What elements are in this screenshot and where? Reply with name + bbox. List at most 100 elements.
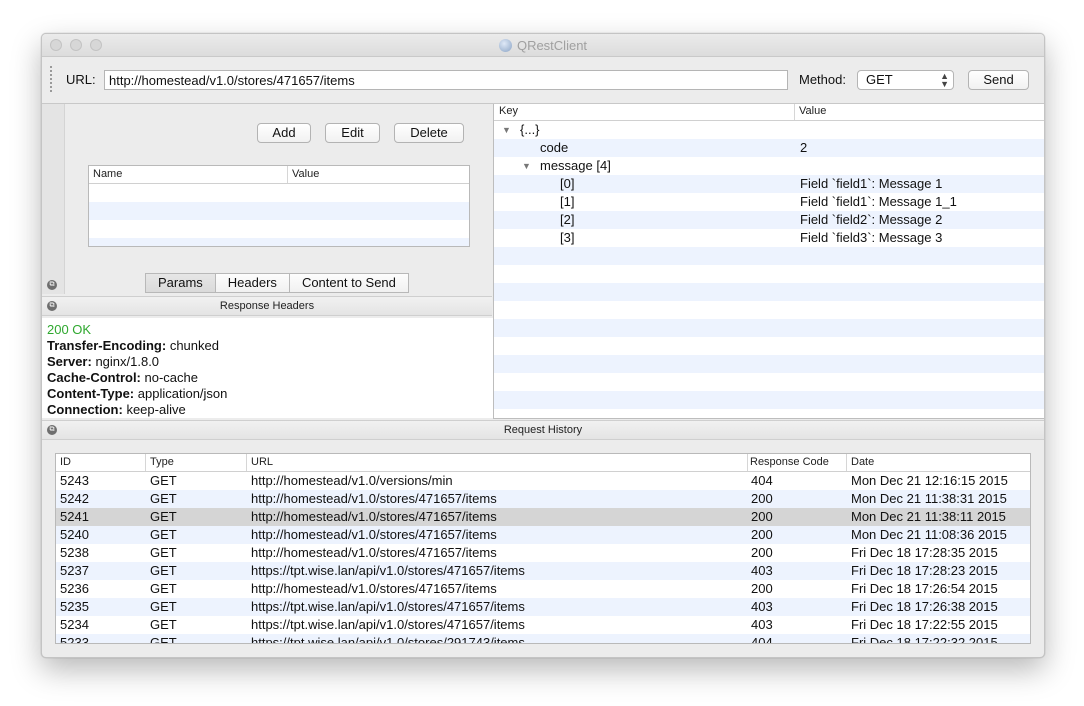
dock-float-icon[interactable]: ⧉	[47, 301, 57, 311]
history-cell-date: Fri Dec 18 17:26:54 2015	[851, 581, 998, 596]
history-row[interactable]: 5238 GET http://homestead/v1.0/stores/47…	[56, 544, 1030, 562]
history-table-header: ID Type URL Response Code Date	[56, 454, 1030, 472]
tree-key: [0]	[560, 176, 575, 191]
history-cell-type: GET	[150, 563, 177, 578]
history-cell-type: GET	[150, 545, 177, 560]
tree-key: code	[540, 140, 569, 155]
tab-params[interactable]: Params	[145, 273, 216, 293]
add-param-button[interactable]: Add	[257, 123, 311, 143]
params-empty-row	[89, 184, 469, 202]
tree-row[interactable]: ▼ {...}	[494, 121, 1044, 139]
history-cell-type: GET	[150, 509, 177, 524]
dock-float-icon[interactable]: ⧉	[47, 280, 57, 290]
tree-row[interactable]: [2] Field `field2`: Message 2	[494, 211, 1044, 229]
history-row[interactable]: 5235 GET https://tpt.wise.lan/api/v1.0/s…	[56, 598, 1030, 616]
response-json-tree[interactable]: Key Value ▼ {...} code 2 ▼ message [4] […	[493, 104, 1044, 419]
history-cell-id: 5238	[60, 545, 89, 560]
history-cell-url: https://tpt.wise.lan/api/v1.0/stores/471…	[251, 599, 525, 614]
history-cell-id: 5235	[60, 599, 89, 614]
history-col-id[interactable]: ID	[60, 456, 71, 468]
window-title-text: QRestClient	[516, 38, 588, 53]
history-col-date[interactable]: Date	[851, 456, 874, 468]
params-col-value[interactable]: Value	[292, 168, 319, 180]
header-value: nginx/1.8.0	[95, 354, 160, 369]
history-cell-code: 404	[751, 473, 773, 488]
tree-row[interactable]: ▼ message [4]	[494, 157, 1044, 175]
params-table[interactable]: Name Value	[88, 165, 470, 247]
history-row[interactable]: 5237 GET https://tpt.wise.lan/api/v1.0/s…	[56, 562, 1030, 580]
response-headers-title-bar: ⧉ Response Headers	[42, 296, 492, 316]
tree-key: [1]	[560, 194, 575, 209]
tree-row[interactable]: [0] Field `field1`: Message 1	[494, 175, 1044, 193]
history-row[interactable]: 5234 GET https://tpt.wise.lan/api/v1.0/s…	[56, 616, 1030, 634]
request-history-title: Request History	[503, 424, 583, 436]
expanded-triangle-icon[interactable]: ▼	[502, 125, 511, 135]
history-cell-type: GET	[150, 635, 177, 644]
tab-headers[interactable]: Headers	[214, 273, 290, 293]
tree-row[interactable]: [3] Field `field3`: Message 3	[494, 229, 1044, 247]
history-cell-type: GET	[150, 617, 177, 632]
history-row[interactable]: 5243 GET http://homestead/v1.0/versions/…	[56, 472, 1030, 490]
tree-key: {...}	[520, 122, 540, 137]
history-row[interactable]: 5236 GET http://homestead/v1.0/stores/47…	[56, 580, 1030, 598]
method-label: Method:	[799, 72, 846, 87]
history-cell-code: 403	[751, 599, 773, 614]
send-button[interactable]: Send	[968, 70, 1029, 90]
tab-content-to-send[interactable]: Content to Send	[288, 273, 409, 293]
delete-param-button[interactable]: Delete	[394, 123, 464, 143]
header-name: Cache-Control:	[47, 370, 141, 385]
history-cell-date: Mon Dec 21 11:38:31 2015	[851, 491, 1007, 506]
response-headers-text: 200 OK Transfer-Encoding: chunked Server…	[42, 318, 494, 418]
history-cell-date: Fri Dec 18 17:22:55 2015	[851, 617, 998, 632]
history-cell-url: http://homestead/v1.0/stores/471657/item…	[251, 581, 497, 596]
tree-key: message [4]	[540, 158, 611, 173]
tree-col-value[interactable]: Value	[799, 105, 826, 117]
params-empty-row	[89, 220, 469, 238]
history-cell-date: Fri Dec 18 17:22:32 2015	[851, 635, 998, 644]
toolbar-grip-handle[interactable]	[50, 66, 52, 92]
history-col-type[interactable]: Type	[150, 456, 174, 468]
app-window: QRestClient URL: Method: GET ▲▼ Send ⧉ A…	[41, 33, 1045, 658]
params-col-name[interactable]: Name	[93, 168, 122, 180]
tree-value: Field `field1`: Message 1_1	[800, 194, 957, 209]
params-empty-row	[89, 202, 469, 220]
history-col-url[interactable]: URL	[251, 456, 273, 468]
expanded-triangle-icon[interactable]: ▼	[522, 161, 531, 171]
header-value: chunked	[169, 338, 219, 353]
history-cell-url: https://tpt.wise.lan/api/v1.0/stores/291…	[251, 635, 525, 644]
history-cell-type: GET	[150, 581, 177, 596]
url-input[interactable]	[104, 70, 788, 90]
history-cell-id: 5236	[60, 581, 89, 596]
history-cell-code: 200	[751, 509, 773, 524]
header-line: Cache-Control: no-cache	[47, 370, 198, 385]
dock-float-icon[interactable]: ⧉	[47, 425, 57, 435]
tree-row[interactable]: code 2	[494, 139, 1044, 157]
tree-empty-row	[494, 301, 1044, 319]
history-table-body: 5243 GET http://homestead/v1.0/versions/…	[56, 472, 1030, 644]
history-row[interactable]: 5242 GET http://homestead/v1.0/stores/47…	[56, 490, 1030, 508]
history-col-response-code[interactable]: Response Code	[750, 456, 829, 468]
tree-row[interactable]: [1] Field `field1`: Message 1_1	[494, 193, 1044, 211]
params-table-header: Name Value	[89, 166, 469, 184]
history-cell-url: https://tpt.wise.lan/api/v1.0/stores/471…	[251, 617, 525, 632]
method-select[interactable]: GET ▲ ▼	[857, 70, 954, 90]
tree-empty-row	[494, 247, 1044, 265]
request-history-table[interactable]: ID Type URL Response Code Date 5243 GET …	[55, 453, 1031, 644]
response-status: 200 OK	[47, 322, 92, 337]
header-name: Server:	[47, 354, 92, 369]
tree-col-key[interactable]: Key	[499, 105, 518, 117]
request-history-title-bar: ⧉ Request History	[42, 420, 1044, 440]
tree-empty-row	[494, 265, 1044, 283]
header-name: Transfer-Encoding:	[47, 338, 167, 353]
history-row[interactable]: 5240 GET http://homestead/v1.0/stores/47…	[56, 526, 1030, 544]
tree-empty-row	[494, 283, 1044, 301]
request-tabs: Params Headers Content to Send	[145, 273, 409, 293]
tree-value: Field `field1`: Message 1	[800, 176, 943, 191]
header-line: Connection: keep-alive	[47, 402, 186, 417]
history-cell-url: http://homestead/v1.0/stores/471657/item…	[251, 491, 497, 506]
history-row-selected[interactable]: 5241 GET http://homestead/v1.0/stores/47…	[56, 508, 1030, 526]
history-cell-id: 5234	[60, 617, 89, 632]
response-headers-title: Response Headers	[219, 300, 315, 312]
edit-param-button[interactable]: Edit	[325, 123, 380, 143]
history-row[interactable]: 5233 GET https://tpt.wise.lan/api/v1.0/s…	[56, 634, 1030, 644]
